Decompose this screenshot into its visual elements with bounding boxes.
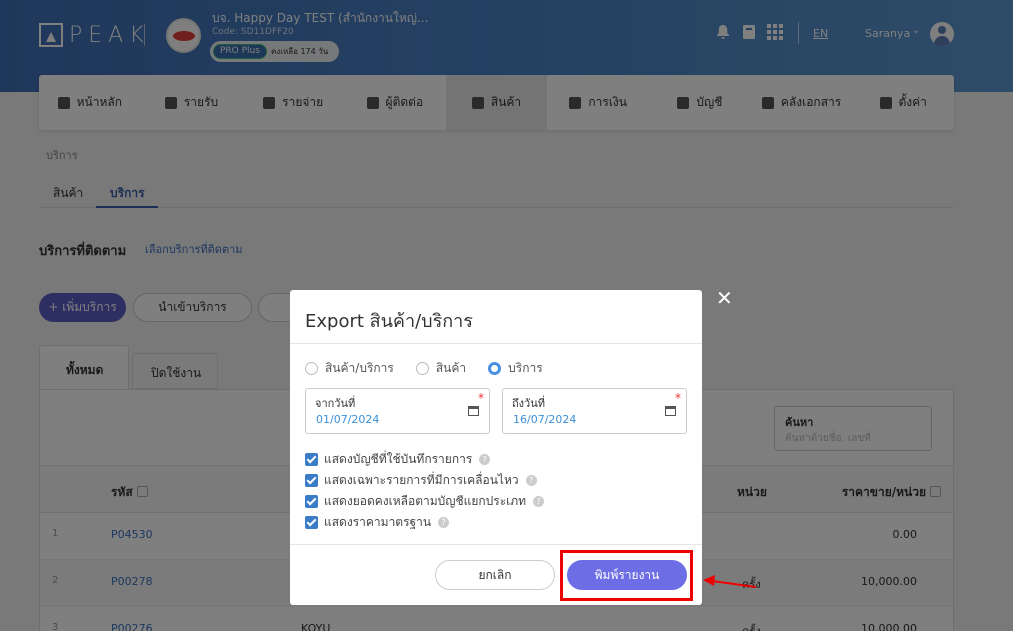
from-date-label: จากวันที่	[315, 397, 356, 410]
help-icon[interactable]: ?	[479, 454, 491, 465]
required-mark: *	[675, 391, 681, 405]
option-only-moving[interactable]: แสดงเฉพาะรายการที่มีการเคลื่อนไหว ?	[305, 470, 544, 491]
radio-products[interactable]: สินค้า	[415, 359, 467, 378]
divider	[290, 544, 702, 545]
option-label: แสดงบัญชีที่ใช้บันทึกรายการ	[324, 452, 473, 466]
radio-label: สินค้า	[435, 361, 467, 375]
modal-title: Export สินค้า/บริการ	[305, 311, 473, 332]
radio-label: บริการ	[508, 361, 543, 375]
radio-button[interactable]	[305, 362, 318, 375]
to-date-field[interactable]: ถึงวันที่ 16/07/2024 *	[502, 388, 687, 434]
option-ledger-balance[interactable]: แสดงยอดคงเหลือตามบัญชีแยกประเภท ?	[305, 491, 545, 512]
radio-button-selected[interactable]	[488, 362, 502, 375]
radio-services[interactable]: บริการ	[488, 359, 543, 378]
checkbox-checked[interactable]	[305, 474, 318, 487]
to-date-value[interactable]: 16/07/2024	[513, 413, 576, 426]
help-icon[interactable]: ?	[438, 517, 450, 528]
radio-label: สินค้า/บริการ	[325, 361, 394, 375]
option-standard-price[interactable]: แสดงราคามาตรฐาน ?	[305, 512, 544, 533]
help-icon[interactable]: ?	[533, 496, 545, 507]
option-label: แสดงราคามาตรฐาน	[324, 515, 432, 529]
from-date-value[interactable]: 01/07/2024	[316, 413, 379, 426]
help-icon[interactable]: ?	[525, 475, 537, 486]
cancel-button[interactable]: ยกเลิก	[435, 560, 555, 590]
to-date-label: ถึงวันที่	[512, 397, 545, 410]
calendar-icon[interactable]	[665, 406, 676, 416]
checkbox-checked[interactable]	[305, 495, 318, 508]
arrow-annotation-icon	[703, 575, 757, 588]
option-label: แสดงเฉพาะรายการที่มีการเคลื่อนไหว	[324, 473, 519, 487]
radio-button[interactable]	[415, 362, 429, 375]
radio-products-services[interactable]: สินค้า/บริการ	[305, 359, 394, 378]
checkbox-checked[interactable]	[305, 453, 318, 466]
export-options: แสดงบัญชีที่ใช้บันทึกรายการ ? แสดงเฉพาะร…	[305, 449, 545, 533]
highlight-annotation	[560, 550, 693, 601]
close-icon[interactable]: ✕	[716, 288, 733, 308]
calendar-icon[interactable]	[468, 406, 479, 416]
checkbox-checked[interactable]	[305, 516, 318, 529]
export-type-radio-group: สินค้า/บริการ สินค้า บริการ	[305, 359, 565, 378]
option-show-accounts[interactable]: แสดงบัญชีที่ใช้บันทึกรายการ ?	[305, 449, 544, 470]
required-mark: *	[478, 391, 484, 405]
from-date-field[interactable]: จากวันที่ 01/07/2024 *	[305, 388, 490, 434]
divider	[290, 343, 702, 344]
option-label: แสดงยอดคงเหลือตามบัญชีแยกประเภท	[324, 494, 527, 508]
